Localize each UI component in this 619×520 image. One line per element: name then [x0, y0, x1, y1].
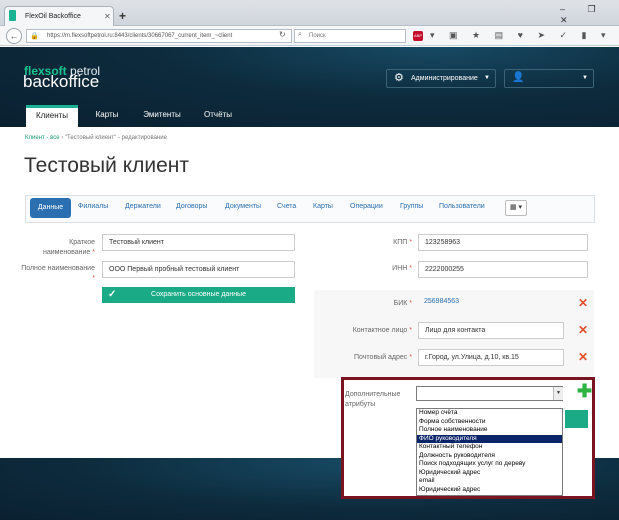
- tab-cards[interactable]: Карты: [313, 203, 333, 210]
- full-name-label: Полное наименование *: [21, 265, 95, 282]
- tab-holders[interactable]: Держатели: [125, 203, 161, 210]
- dropdown-option[interactable]: Юридический адрес: [417, 486, 562, 494]
- dropdown-option[interactable]: Должность руководителя: [417, 452, 562, 460]
- inn-input[interactable]: 2222000255: [418, 261, 588, 278]
- chevron-down-icon: ▼: [484, 75, 490, 81]
- breadcrumb-current: "Тестовый клиент" - редактирование: [64, 135, 167, 141]
- reload-icon[interactable]: ↻: [279, 30, 286, 39]
- full-name-input[interactable]: ООО Первый пробный тестовый клиент: [102, 261, 295, 278]
- address-label: Почтовый адрес *: [354, 354, 412, 361]
- back-arrow-icon[interactable]: ←: [6, 28, 22, 44]
- browser-tab[interactable]: FlexOil Backoffice: [4, 6, 114, 26]
- contact-label: Контактное лицо *: [352, 327, 412, 334]
- extra-attrs-select[interactable]: [416, 386, 563, 401]
- breadcrumb-link[interactable]: Клиент - все: [25, 135, 60, 141]
- dropdown-option[interactable]: Форма собственности: [417, 418, 562, 426]
- tab-documents[interactable]: Документы: [225, 203, 261, 210]
- short-name-input[interactable]: Тестовый клиент: [102, 234, 295, 251]
- inn-label: ИНН *: [392, 265, 412, 272]
- address-input[interactable]: г.Город, ул.Улица, д.10, кв.15: [418, 349, 564, 366]
- favicon-icon: [9, 10, 16, 21]
- window-controls[interactable]: – ❐ ✕: [560, 4, 619, 26]
- tab-accounts[interactable]: Счета: [277, 203, 296, 210]
- tab-operations[interactable]: Операции: [350, 203, 383, 210]
- bik-label: БИК *: [393, 300, 412, 307]
- bik-link[interactable]: 256984563: [424, 298, 459, 305]
- new-tab-button[interactable]: +: [119, 9, 126, 23]
- brand-subtitle: backoffice: [23, 72, 100, 91]
- delete-bik-icon[interactable]: ✕: [578, 296, 588, 310]
- kpp-label: КПП *: [393, 239, 412, 246]
- chevron-down-icon[interactable]: ▼: [553, 387, 563, 400]
- tab-data[interactable]: Данные: [30, 198, 71, 218]
- tab-groups[interactable]: Группы: [400, 203, 423, 210]
- dropdown-option[interactable]: email: [417, 477, 562, 485]
- nav-item-reports[interactable]: Отчёты: [198, 105, 238, 125]
- tab-close-icon[interactable]: ✕: [104, 12, 111, 21]
- gear-icon: ⚙: [394, 72, 404, 84]
- check-icon: ✓: [108, 289, 117, 300]
- tab-title: FlexOil Backoffice: [25, 13, 81, 20]
- dropdown-option[interactable]: Юридический адрес: [417, 469, 562, 477]
- short-name-label: Краткое наименование *: [42, 239, 95, 256]
- breadcrumb: Клиент - все › "Тестовый клиент" - редак…: [25, 135, 167, 141]
- address-bar[interactable]: https://m.flexsoftpetrol.ru:8443/clients…: [26, 29, 292, 43]
- nav-item-emitters[interactable]: Эмитенты: [138, 105, 186, 125]
- contact-input[interactable]: Лицо для контакта: [418, 322, 564, 339]
- tab-users[interactable]: Пользователи: [439, 203, 485, 210]
- lock-icon: 🔒: [30, 33, 39, 40]
- toolbar-icons[interactable]: ▾ ▣ ★ ▤ ♥ ➤ ✓ ▮ ▾ ≡: [430, 30, 619, 41]
- adblock-icon[interactable]: ABP: [413, 31, 423, 41]
- dropdown-option[interactable]: Поиск подходящих услуг по дереву: [417, 460, 562, 468]
- extra-attrs-label: Дополнительные атрибуты: [345, 391, 401, 408]
- search-icon: ⌕: [298, 31, 302, 38]
- add-attribute-icon[interactable]: ✚: [577, 381, 592, 402]
- tab-contracts[interactable]: Договоры: [176, 203, 207, 210]
- dropdown-option[interactable]: Полное наименование: [417, 426, 562, 434]
- nav-item-clients[interactable]: Клиенты: [26, 105, 78, 127]
- dropdown-option[interactable]: Контактный телефон: [417, 443, 562, 451]
- chevron-down-icon: ▼: [582, 75, 588, 81]
- dropdown-option[interactable]: Номер счёта: [417, 409, 562, 417]
- grid-menu-button[interactable]: ▦ ▾: [505, 200, 527, 216]
- delete-contact-icon[interactable]: ✕: [578, 323, 588, 337]
- nav-item-cards[interactable]: Карты: [88, 105, 126, 125]
- user-icon: 👤: [512, 72, 525, 83]
- browser-search-input[interactable]: Поиск: [294, 29, 406, 43]
- delete-address-icon[interactable]: ✕: [578, 350, 588, 364]
- kpp-input[interactable]: 123258963: [418, 234, 588, 251]
- save-requisites-button[interactable]: [565, 410, 588, 428]
- tab-branches[interactable]: Филиалы: [78, 203, 108, 210]
- save-button[interactable]: Сохранить основные данные: [102, 287, 295, 303]
- page-title: Тестовый клиент: [24, 154, 190, 177]
- dropdown-option-selected[interactable]: ФИО руководителя: [417, 434, 562, 443]
